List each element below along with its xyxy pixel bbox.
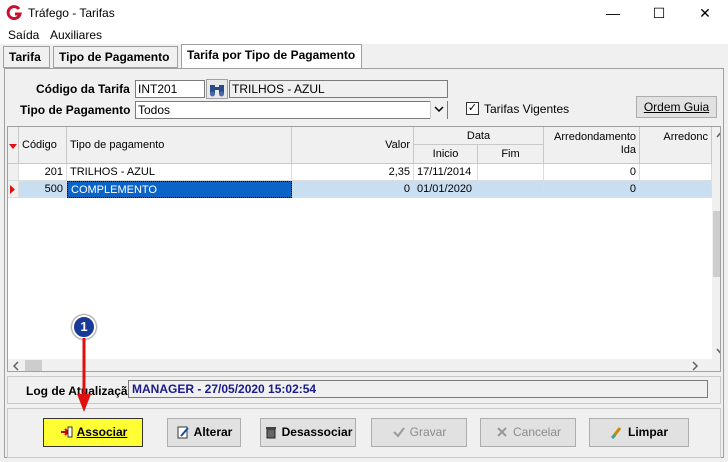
close-button[interactable]: ✕ xyxy=(682,0,728,26)
codigo-tarifa-description: TRILHOS - AZUL xyxy=(229,80,448,98)
data-column-header: Data xyxy=(414,127,544,145)
tipo-pagamento-dropdown-button[interactable] xyxy=(430,101,447,119)
scroll-up-icon xyxy=(716,132,720,138)
valor-column-header[interactable]: Valor xyxy=(292,127,414,164)
horizontal-scroll-thumb[interactable] xyxy=(25,360,42,371)
app-logo-icon xyxy=(6,5,22,21)
eraser-icon xyxy=(610,427,622,439)
scroll-left-icon xyxy=(12,361,19,371)
tab-strip: Tarifa Tipo de Pagamento Tarifa por Tipo… xyxy=(0,44,728,68)
trash-icon xyxy=(265,427,276,439)
minimize-icon: — xyxy=(606,5,620,21)
step-badge: 1 xyxy=(72,315,96,339)
maximize-button[interactable]: ☐ xyxy=(636,0,682,26)
fim-column-header[interactable]: Fim xyxy=(478,145,544,164)
cancelar-label: Cancelar xyxy=(512,425,562,439)
table-cell-valor[interactable]: 2,35 xyxy=(292,164,414,181)
table-cell-tipo[interactable]: TRILHOS - AZUL xyxy=(67,164,292,181)
check-icon xyxy=(392,427,405,438)
associar-button[interactable]: Associar xyxy=(43,418,143,447)
tipo-column-header[interactable]: Tipo de pagamento xyxy=(67,127,292,164)
close-icon: ✕ xyxy=(699,5,711,21)
table-cell-empty[interactable] xyxy=(640,164,712,181)
associate-icon xyxy=(60,426,73,438)
alterar-label: Alterar xyxy=(193,425,233,439)
associar-label: Associar xyxy=(76,425,128,439)
chevron-down-icon xyxy=(434,106,444,113)
table-cell-codigo[interactable]: 201 xyxy=(19,164,67,181)
window-title: Tráfego - Tarifas xyxy=(28,6,115,20)
table-cell-valor[interactable]: 0 xyxy=(292,181,414,198)
row-pointer-icon xyxy=(10,185,15,194)
menu-bar: Saída Auxiliares xyxy=(0,26,728,44)
tab-tipo-pagamento[interactable]: Tipo de Pagamento xyxy=(53,46,178,68)
codigo-column-header[interactable]: Código xyxy=(19,127,67,164)
arredondamento-ida-column-header[interactable]: Arredondamento Ida xyxy=(544,127,640,164)
log-value: MANAGER - 27/05/2020 15:02:54 xyxy=(128,380,708,398)
tipo-pagamento-label: Tipo de Pagamento xyxy=(20,103,131,117)
minimize-button[interactable]: — xyxy=(590,0,636,26)
gravar-button[interactable]: Gravar xyxy=(371,418,467,447)
menu-saida[interactable]: Saída xyxy=(8,28,39,42)
tarifas-vigentes-checkbox[interactable]: ✓ xyxy=(466,102,479,115)
menu-auxiliares[interactable]: Auxiliares xyxy=(50,28,102,42)
arredondamento-volta-column-header[interactable]: Arredonc xyxy=(640,127,712,164)
tab-tarifa-por-tipo[interactable]: Tarifa por Tipo de Pagamento xyxy=(181,44,362,68)
desassociar-label: Desassociar xyxy=(281,425,353,439)
binoculars-icon xyxy=(210,85,224,97)
horizontal-scrollbar[interactable] xyxy=(8,359,720,371)
table-cell-codigo[interactable]: 500 xyxy=(19,181,67,198)
table-cell-arredondamento[interactable]: 0 xyxy=(544,181,640,198)
scroll-down-icon xyxy=(716,348,720,354)
tarifas-grid: Código Tipo de pagamento Valor Data Inic… xyxy=(7,126,721,372)
limpar-button[interactable]: Limpar xyxy=(589,418,689,447)
cancelar-button[interactable]: Cancelar xyxy=(480,418,576,447)
table-cell-empty[interactable] xyxy=(640,181,712,198)
table-cell-fim[interactable] xyxy=(478,164,544,181)
tipo-pagamento-select[interactable]: Todos xyxy=(135,101,448,119)
codigo-tarifa-input[interactable]: INT201 xyxy=(135,80,205,98)
current-row-indicator xyxy=(8,181,19,198)
ordem-guia-button[interactable]: Ordem Guia xyxy=(636,96,717,118)
inicio-column-header[interactable]: Inicio xyxy=(414,145,478,164)
annotation-arrow-icon xyxy=(77,338,91,412)
table-cell-inicio[interactable]: 01/01/2020 xyxy=(414,181,478,198)
row-indicator xyxy=(8,164,19,181)
table-cell-tipo-selected[interactable]: COMPLEMENTO xyxy=(67,181,292,198)
title-bar: Tráfego - Tarifas — ☐ ✕ xyxy=(0,0,728,26)
cancel-icon xyxy=(497,427,507,437)
table-cell-arredondamento[interactable]: 0 xyxy=(544,164,640,181)
row-indicator-header xyxy=(8,127,19,164)
table-cell-fim[interactable] xyxy=(478,181,544,198)
vertical-scrollbar[interactable] xyxy=(712,127,720,359)
vertical-scroll-thumb[interactable] xyxy=(713,211,720,277)
sort-down-icon xyxy=(9,144,17,149)
tab-tarifa[interactable]: Tarifa xyxy=(3,46,50,68)
alterar-button[interactable]: Alterar xyxy=(167,418,241,447)
codigo-tarifa-label: Código da Tarifa xyxy=(36,82,130,96)
gravar-label: Gravar xyxy=(409,425,447,439)
lookup-button[interactable] xyxy=(206,79,228,99)
desassociar-button[interactable]: Desassociar xyxy=(260,418,356,447)
maximize-icon: ☐ xyxy=(652,5,666,21)
table-cell-inicio[interactable]: 17/11/2014 xyxy=(414,164,478,181)
scroll-right-icon xyxy=(692,361,699,371)
limpar-label: Limpar xyxy=(627,425,668,439)
edit-icon xyxy=(177,426,189,439)
tarifas-vigentes-label: Tarifas Vigentes xyxy=(484,102,570,116)
